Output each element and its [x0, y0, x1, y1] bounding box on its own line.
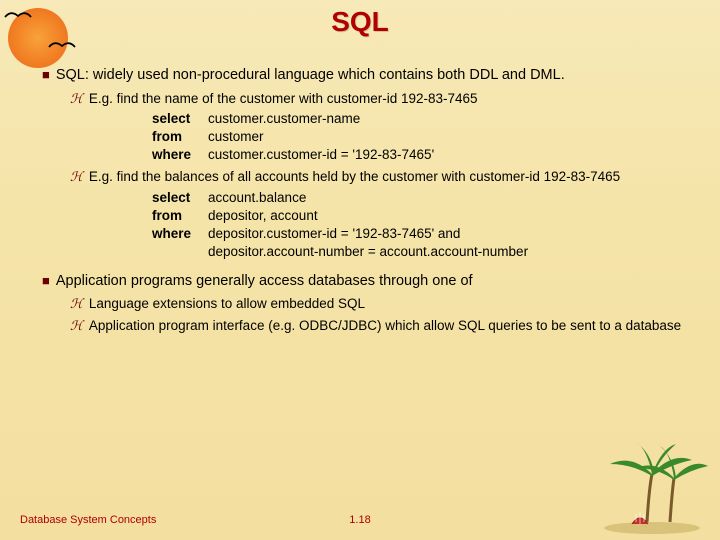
- sub-bullet-example2: ℋ E.g. find the balances of all accounts …: [70, 168, 692, 186]
- square-bullet-icon: ■: [42, 273, 50, 288]
- sub-bullet-lang-ext: ℋ Language extensions to allow embedded S…: [70, 295, 692, 313]
- kw-where: where: [152, 146, 208, 164]
- bullet-text: SQL: widely used non-procedural language…: [56, 67, 565, 83]
- code-value: customer.customer-id = '192-83-7465': [208, 146, 434, 164]
- palm-tree-decoration: [592, 434, 712, 534]
- square-bullet-icon: ■: [42, 67, 50, 82]
- sub-bullet-text: Application program interface (e.g. ODBC…: [89, 318, 681, 333]
- script-bullet-icon: ℋ: [70, 91, 83, 106]
- bullet-app-programs: ■ Application programs generally access d…: [42, 272, 692, 292]
- script-bullet-icon: ℋ: [70, 296, 83, 311]
- code-value: account.balance: [208, 189, 306, 207]
- code-value: depositor, account: [208, 207, 318, 225]
- slide-title: SQL: [0, 0, 720, 38]
- footer-book-title: Database System Concepts: [20, 514, 156, 526]
- code-value: depositor.customer-id = '192-83-7465' an…: [208, 225, 460, 243]
- bullet-text: Application programs generally access da…: [56, 273, 473, 289]
- kw-from: from: [152, 128, 208, 146]
- code-value: customer: [208, 128, 264, 146]
- sub-bullet-example1: ℋ E.g. find the name of the customer with…: [70, 90, 692, 108]
- code-value: depositor.account-number = account.accou…: [208, 243, 528, 261]
- sql-example1: selectcustomer.customer-name fromcustome…: [152, 110, 692, 165]
- sub-bullet-text: Language extensions to allow embedded SQ…: [89, 296, 365, 311]
- kw-select: select: [152, 189, 208, 207]
- sub-bullet-api: ℋ Application program interface (e.g. ODB…: [70, 317, 692, 335]
- code-value: customer.customer-name: [208, 110, 360, 128]
- script-bullet-icon: ℋ: [70, 318, 83, 333]
- slide-body: ■ SQL: widely used non-procedural languag…: [0, 38, 720, 336]
- sql-example2: selectaccount.balance fromdepositor, acc…: [152, 189, 692, 262]
- kw-where: where: [152, 225, 208, 243]
- sub-bullet-text: E.g. find the name of the customer with …: [89, 91, 478, 106]
- sub-bullet-text: E.g. find the balances of all accounts h…: [89, 169, 620, 184]
- footer-page-number: 1.18: [349, 514, 370, 526]
- kw-select: select: [152, 110, 208, 128]
- bullet-sql-intro: ■ SQL: widely used non-procedural languag…: [42, 66, 692, 86]
- script-bullet-icon: ℋ: [70, 169, 83, 184]
- kw-from: from: [152, 207, 208, 225]
